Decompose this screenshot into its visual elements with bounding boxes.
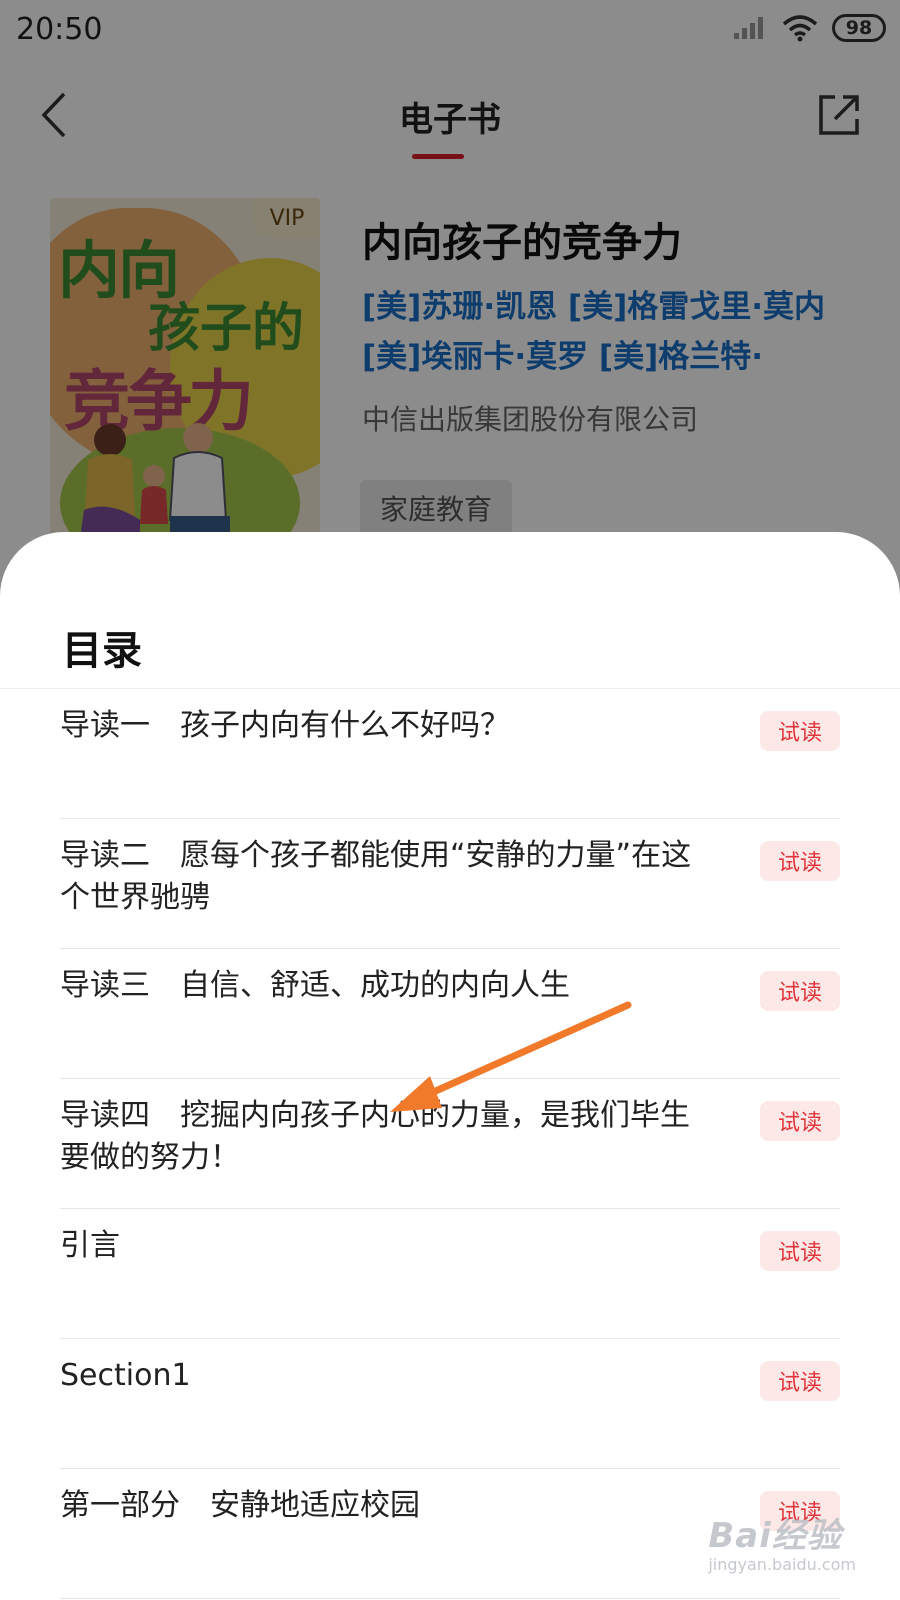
trial-read-button[interactable]: 试读 — [760, 841, 840, 881]
watermark-logo: Bai经验 — [708, 1516, 842, 1556]
toc-item-label: 导读四 挖掘内向孩子内心的力量，是我们毕生要做的努力！ — [60, 1098, 690, 1175]
toc-item[interactable]: 导读三 自信、舒适、成功的内向人生 试读 — [60, 949, 840, 1079]
watermark-url: jingyan.baidu.com — [708, 1555, 856, 1574]
trial-read-button[interactable]: 试读 — [760, 971, 840, 1011]
toc-item-label: Section1 — [60, 1358, 191, 1393]
toc-bottom-sheet: 目录 导读一 孩子内向有什么不好吗？ 试读 导读二 愿每个孩子都能使用“安静的力… — [0, 532, 900, 1600]
toc-item[interactable]: 导读一 孩子内向有什么不好吗？ 试读 — [60, 689, 840, 819]
toc-item-label: 导读一 孩子内向有什么不好吗？ — [60, 708, 510, 743]
toc-item-label: 引言 — [60, 1228, 120, 1263]
toc-item[interactable]: 导读二 愿每个孩子都能使用“安静的力量”在这个世界驰骋 试读 — [60, 819, 840, 949]
toc-title: 目录 — [62, 628, 142, 674]
toc-item[interactable]: Section1 试读 — [60, 1339, 840, 1469]
toc-item-label: 导读三 自信、舒适、成功的内向人生 — [60, 968, 570, 1003]
toc-item-label: 第一部分 安静地适应校园 — [60, 1488, 420, 1523]
trial-read-button[interactable]: 试读 — [760, 1231, 840, 1271]
trial-read-button[interactable]: 试读 — [760, 1361, 840, 1401]
toc-item-label: 导读二 愿每个孩子都能使用“安静的力量”在这个世界驰骋 — [60, 838, 692, 915]
watermark: Bai经验 jingyan.baidu.com — [708, 1508, 856, 1574]
trial-read-button[interactable]: 试读 — [760, 1101, 840, 1141]
toc-list: 导读一 孩子内向有什么不好吗？ 试读 导读二 愿每个孩子都能使用“安静的力量”在… — [60, 689, 840, 1599]
toc-item[interactable]: 导读四 挖掘内向孩子内心的力量，是我们毕生要做的努力！ 试读 — [60, 1079, 840, 1209]
toc-item[interactable]: 引言 试读 — [60, 1209, 840, 1339]
trial-read-button[interactable]: 试读 — [760, 711, 840, 751]
